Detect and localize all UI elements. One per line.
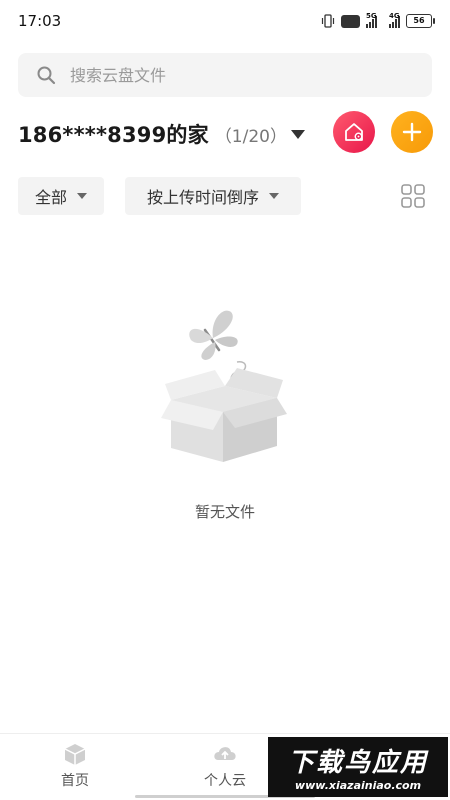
signal-5g-icon: 5G — [366, 12, 377, 28]
empty-box-illustration — [161, 310, 287, 462]
nav-item-label: 首页 — [61, 773, 89, 789]
home-settings-icon — [345, 123, 363, 141]
cube-icon — [64, 744, 86, 765]
triangle-down-icon — [291, 129, 305, 139]
add-button[interactable] — [391, 111, 433, 153]
category-filter[interactable]: 全部 — [18, 177, 104, 215]
caret-down-icon — [77, 193, 87, 199]
vibrate-icon — [321, 14, 335, 28]
hd-icon: HD — [340, 14, 360, 28]
category-filter-label: 全部 — [34, 188, 67, 207]
nav-item-label: 个人云 — [204, 773, 246, 789]
battery-icon: 56 — [406, 14, 435, 28]
family-member-count: （1/20） — [214, 126, 287, 147]
family-settings-button[interactable] — [333, 111, 375, 153]
watermark-url: www.xiazainiao.com — [294, 779, 422, 792]
grid-view-icon[interactable] — [400, 183, 426, 209]
status-bar: 17:03 HD 5G 4G 56 — [0, 0, 450, 42]
signal-4g-icon: 4G — [389, 12, 400, 28]
search-bar[interactable] — [18, 53, 432, 97]
empty-state-text: 暂无文件 — [194, 503, 255, 521]
search-icon — [37, 66, 56, 85]
search-input[interactable] — [68, 64, 392, 86]
cloud-upload-icon — [214, 747, 236, 760]
watermark-title: 下载鸟应用 — [287, 748, 428, 778]
watermark: 下载鸟应用 www.xiazainiao.com — [268, 737, 448, 797]
status-icons: HD 5G 4G 56 — [321, 12, 435, 28]
nav-item-home[interactable]: 首页 — [0, 734, 150, 800]
plus-icon — [402, 122, 422, 142]
sort-filter[interactable]: 按上传时间倒序 — [125, 177, 301, 215]
family-name: 186****8399的家 — [18, 123, 209, 147]
family-title[interactable]: 186****8399的家 （1/20） — [18, 116, 287, 152]
dragonfly-icon — [189, 310, 238, 360]
status-time: 17:03 — [18, 12, 62, 30]
sort-filter-label: 按上传时间倒序 — [146, 188, 259, 207]
caret-down-icon — [269, 193, 279, 199]
family-switch-dropdown[interactable] — [287, 124, 309, 144]
